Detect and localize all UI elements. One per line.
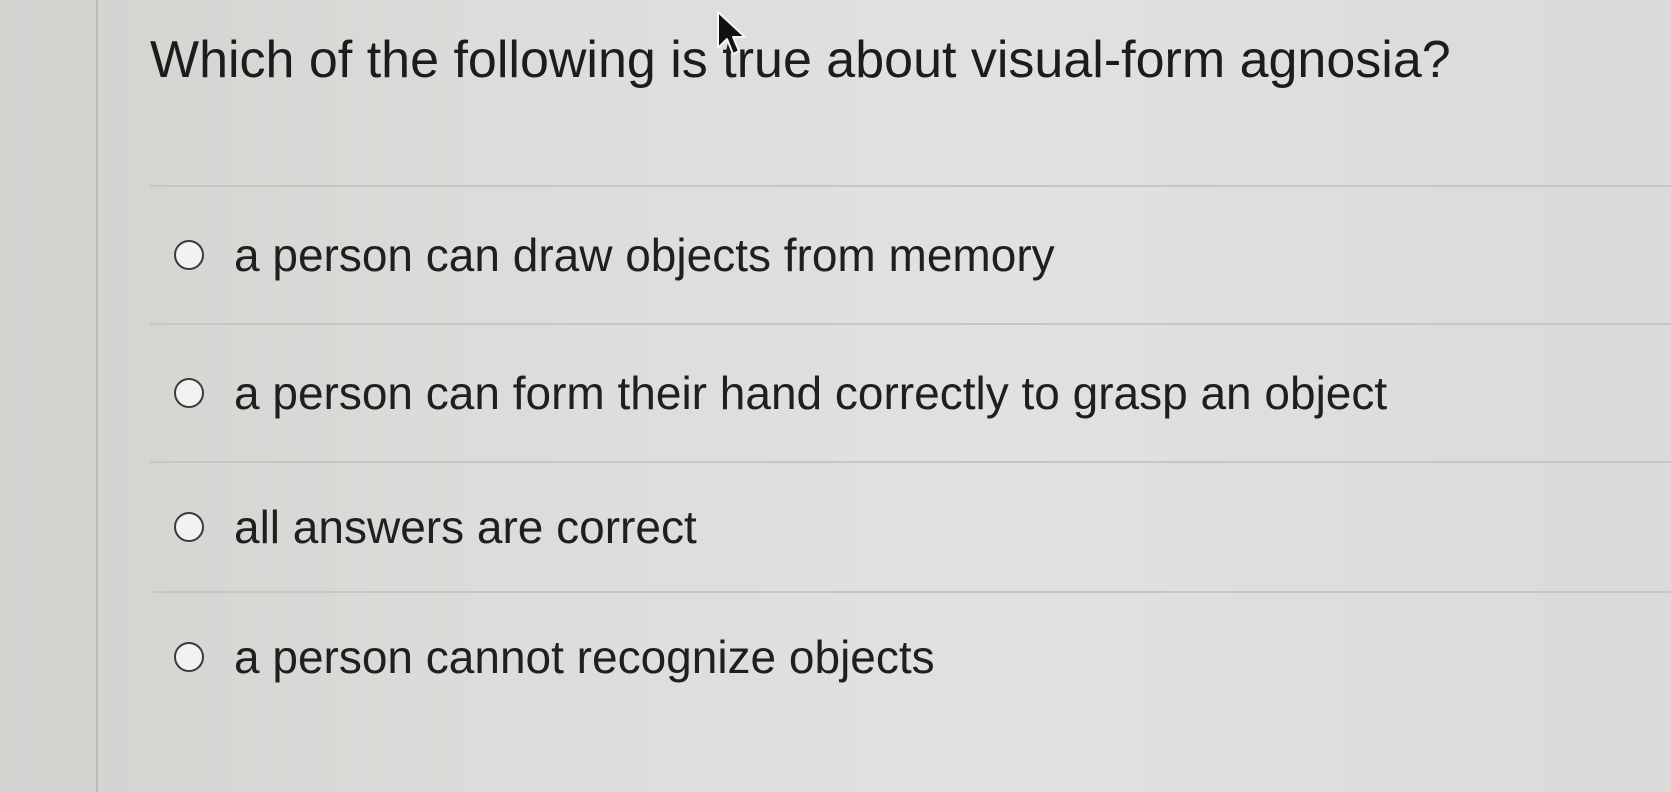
answer-label[interactable]: a person cannot recognize objects xyxy=(234,627,935,687)
answer-option-2[interactable]: a person can form their hand correctly t… xyxy=(150,323,1671,461)
answer-label[interactable]: a person can draw objects from memory xyxy=(234,225,1055,285)
answer-option-1[interactable]: a person can draw objects from memory xyxy=(150,185,1671,323)
radio-button-icon[interactable] xyxy=(174,512,204,542)
radio-button-icon[interactable] xyxy=(174,378,204,408)
answer-list: a person can draw objects from memory a … xyxy=(150,185,1671,721)
radio-button-icon[interactable] xyxy=(174,240,204,270)
answer-label[interactable]: all answers are correct xyxy=(234,497,697,557)
quiz-screen: Which of the following is true about vis… xyxy=(0,0,1671,792)
page-left-border xyxy=(96,0,98,792)
mouse-pointer-icon xyxy=(717,11,746,55)
answer-label[interactable]: a person can form their hand correctly t… xyxy=(234,363,1387,423)
answer-option-4[interactable]: a person cannot recognize objects xyxy=(150,591,1671,721)
answer-option-3[interactable]: all answers are correct xyxy=(150,461,1671,591)
question-text: Which of the following is true about vis… xyxy=(150,31,1451,89)
radio-button-icon[interactable] xyxy=(174,642,204,672)
